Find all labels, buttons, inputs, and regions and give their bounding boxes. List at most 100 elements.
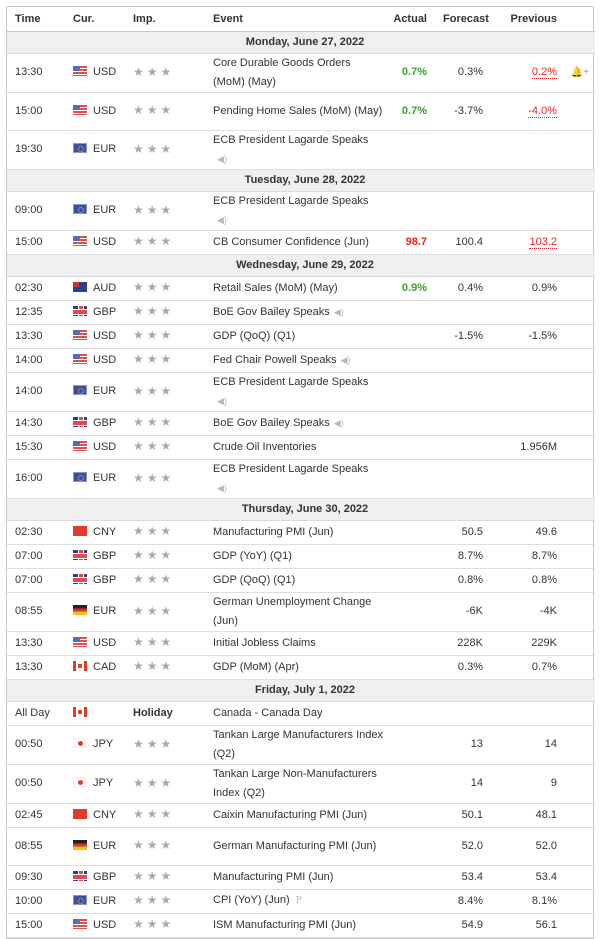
event-row[interactable]: 08:55 EUR ★★★ German Unemployment Change (J… bbox=[7, 592, 595, 632]
previous-value[interactable]: 0.2% bbox=[531, 66, 557, 79]
previous-value[interactable]: 103.2 bbox=[529, 235, 557, 249]
event-name-cell[interactable]: GDP (MoM) (Apr) bbox=[205, 655, 383, 680]
event-name[interactable]: Caixin Manufacturing PMI (Jun) bbox=[213, 809, 367, 821]
calendar-table: Time Cur. Imp. Event Actual Forecast Pre… bbox=[7, 7, 595, 938]
holiday-label: Holiday bbox=[125, 701, 205, 726]
event-name-cell[interactable]: ECB President Lagarde Speaks ◀) bbox=[205, 130, 383, 170]
event-row[interactable]: 02:30 AUD ★★★ Retail Sales (MoM) (May) 0.9% 0… bbox=[7, 276, 595, 301]
event-name-cell[interactable]: Initial Jobless Claims bbox=[205, 631, 383, 656]
event-row[interactable]: 13:30 CAD ★★★ GDP (MoM) (Apr) 0.3% 0.7% bbox=[7, 655, 595, 680]
event-currency-cell: CNY bbox=[65, 803, 125, 828]
event-row[interactable]: 12:35 GBP ★★★ BoE Gov Bailey Speaks ◀) bbox=[7, 300, 595, 325]
event-row[interactable]: 14:00 EUR ★★★ ECB President Lagarde Speaks ◀… bbox=[7, 372, 595, 412]
event-row[interactable]: 14:00 USD ★★★ Fed Chair Powell Speaks ◀) bbox=[7, 348, 595, 373]
event-name[interactable]: Pending Home Sales (MoM) (May) bbox=[213, 105, 382, 117]
event-row[interactable]: 09:00 EUR ★★★ ECB President Lagarde Speaks ◀… bbox=[7, 191, 595, 231]
actual-cell bbox=[383, 520, 435, 545]
event-row[interactable]: All Day Holiday Canada - Canada Day bbox=[7, 701, 595, 726]
event-name[interactable]: GDP (QoQ) (Q1) bbox=[213, 330, 295, 342]
col-importance[interactable]: Imp. bbox=[125, 7, 205, 32]
event-currency-cell: GBP bbox=[65, 568, 125, 593]
event-row[interactable]: 13:30 USD ★★★ GDP (QoQ) (Q1) -1.5% -1.5% bbox=[7, 324, 595, 349]
event-name-cell[interactable]: CB Consumer Confidence (Jun) bbox=[205, 230, 383, 255]
col-time[interactable]: Time bbox=[7, 7, 65, 32]
event-name[interactable]: Initial Jobless Claims bbox=[213, 637, 316, 649]
event-row[interactable]: 19:30 EUR ★★★ ECB President Lagarde Speaks ◀… bbox=[7, 130, 595, 170]
importance-stars-icon: ★★★ bbox=[133, 635, 175, 649]
event-name-cell[interactable]: Fed Chair Powell Speaks ◀) bbox=[205, 348, 383, 373]
event-name[interactable]: ECB President Lagarde Speaks bbox=[213, 376, 368, 388]
event-time: 02:30 bbox=[7, 520, 65, 545]
event-name[interactable]: GDP (QoQ) (Q1) bbox=[213, 574, 295, 586]
event-name-cell[interactable]: Manufacturing PMI (Jun) bbox=[205, 520, 383, 545]
event-name-cell[interactable]: GDP (QoQ) (Q1) bbox=[205, 568, 383, 593]
event-row[interactable]: 15:00 USD ★★★ CB Consumer Confidence (Jun) 9… bbox=[7, 230, 595, 255]
event-name[interactable]: BoE Gov Bailey Speaks bbox=[213, 306, 330, 318]
event-name[interactable]: Canada - Canada Day bbox=[213, 707, 322, 719]
event-name-cell[interactable]: Crude Oil Inventories bbox=[205, 435, 383, 460]
event-row[interactable]: 08:55 EUR ★★★ German Manufacturing PMI (Jun… bbox=[7, 827, 595, 866]
event-name-cell[interactable]: Tankan Large Non-Manufacturers Index (Q2… bbox=[205, 764, 383, 804]
event-name-cell[interactable]: Caixin Manufacturing PMI (Jun) bbox=[205, 803, 383, 828]
event-name[interactable]: Fed Chair Powell Speaks bbox=[213, 354, 337, 366]
event-row[interactable]: 15:30 USD ★★★ Crude Oil Inventories 1.956M bbox=[7, 435, 595, 460]
previous-cell: 0.2% bbox=[491, 53, 565, 93]
event-name[interactable]: Crude Oil Inventories bbox=[213, 441, 316, 453]
event-name-cell[interactable]: Tankan Large Manufacturers Index (Q2) bbox=[205, 725, 383, 765]
event-name-cell[interactable]: ECB President Lagarde Speaks ◀) bbox=[205, 372, 383, 412]
col-forecast[interactable]: Forecast bbox=[435, 7, 491, 32]
event-name-cell[interactable]: BoE Gov Bailey Speaks ◀) bbox=[205, 300, 383, 325]
event-row[interactable]: 09:30 GBP ★★★ Manufacturing PMI (Jun) 53.4 53… bbox=[7, 865, 595, 890]
event-row[interactable]: 15:00 USD ★★★ ISM Manufacturing PMI (Jun) 54… bbox=[7, 913, 595, 938]
event-name[interactable]: Tankan Large Non-Manufacturers Index (Q2… bbox=[213, 768, 377, 799]
event-name[interactable]: ECB President Lagarde Speaks bbox=[213, 134, 368, 146]
bell-add-alert-icon[interactable]: 🔔+ bbox=[571, 67, 589, 78]
event-row[interactable]: 16:00 EUR ★★★ ECB President Lagarde Speaks ◀… bbox=[7, 459, 595, 499]
event-name-cell[interactable]: Core Durable Goods Orders (MoM) (May) bbox=[205, 53, 383, 93]
col-event[interactable]: Event bbox=[205, 7, 383, 32]
col-previous[interactable]: Previous bbox=[491, 7, 565, 32]
col-currency[interactable]: Cur. bbox=[65, 7, 125, 32]
event-name[interactable]: BoE Gov Bailey Speaks bbox=[213, 417, 330, 429]
event-name[interactable]: Core Durable Goods Orders (MoM) (May) bbox=[213, 57, 351, 88]
event-name-cell[interactable]: Canada - Canada Day bbox=[205, 701, 383, 726]
event-row[interactable]: 07:00 GBP ★★★ GDP (YoY) (Q1) 8.7% 8.7% bbox=[7, 544, 595, 569]
event-name[interactable]: ECB President Lagarde Speaks bbox=[213, 463, 368, 475]
event-name[interactable]: Tankan Large Manufacturers Index (Q2) bbox=[213, 729, 383, 760]
event-name-cell[interactable]: GDP (QoQ) (Q1) bbox=[205, 324, 383, 349]
col-actual[interactable]: Actual bbox=[383, 7, 435, 32]
event-name-cell[interactable]: ISM Manufacturing PMI (Jun) bbox=[205, 913, 383, 938]
event-name-cell[interactable]: German Unemployment Change (Jun) bbox=[205, 592, 383, 632]
event-name-cell[interactable]: ECB President Lagarde Speaks ◀) bbox=[205, 459, 383, 499]
event-name-cell[interactable]: CPI (YoY) (Jun) P bbox=[205, 889, 383, 914]
event-name-cell[interactable]: GDP (YoY) (Q1) bbox=[205, 544, 383, 569]
event-name-cell[interactable]: BoE Gov Bailey Speaks ◀) bbox=[205, 411, 383, 436]
event-row[interactable]: 13:30 USD ★★★ Initial Jobless Claims 228K 229… bbox=[7, 631, 595, 656]
event-row[interactable]: 00:50 JPY ★★★ Tankan Large Non-Manufacturer… bbox=[7, 764, 595, 804]
event-name[interactable]: ECB President Lagarde Speaks bbox=[213, 195, 368, 207]
event-name[interactable]: ISM Manufacturing PMI (Jun) bbox=[213, 919, 356, 931]
event-row[interactable]: 13:30 USD ★★★ Core Durable Goods Orders (Mo… bbox=[7, 53, 595, 93]
event-name-cell[interactable]: ECB President Lagarde Speaks ◀) bbox=[205, 191, 383, 231]
previous-value[interactable]: -4.0% bbox=[528, 104, 557, 118]
event-name[interactable]: CB Consumer Confidence (Jun) bbox=[213, 236, 369, 248]
event-name-cell[interactable]: Manufacturing PMI (Jun) bbox=[205, 865, 383, 890]
event-name-cell[interactable]: Retail Sales (MoM) (May) bbox=[205, 276, 383, 301]
event-name[interactable]: German Unemployment Change (Jun) bbox=[213, 596, 371, 627]
event-name[interactable]: German Manufacturing PMI (Jun) bbox=[213, 840, 376, 852]
event-name-cell[interactable]: German Manufacturing PMI (Jun) bbox=[205, 827, 383, 866]
event-name[interactable]: CPI (YoY) (Jun) bbox=[213, 894, 290, 906]
event-row[interactable]: 15:00 USD ★★★ Pending Home Sales (MoM) (May… bbox=[7, 92, 595, 131]
event-name[interactable]: GDP (MoM) (Apr) bbox=[213, 661, 299, 673]
event-name[interactable]: Manufacturing PMI (Jun) bbox=[213, 526, 333, 538]
event-name[interactable]: Retail Sales (MoM) (May) bbox=[213, 282, 338, 294]
event-name[interactable]: Manufacturing PMI (Jun) bbox=[213, 871, 333, 883]
event-row[interactable]: 02:30 CNY ★★★ Manufacturing PMI (Jun) 50.5 49… bbox=[7, 520, 595, 545]
event-row[interactable]: 02:45 CNY ★★★ Caixin Manufacturing PMI (Jun… bbox=[7, 803, 595, 828]
event-row[interactable]: 14:30 GBP ★★★ BoE Gov Bailey Speaks ◀) bbox=[7, 411, 595, 436]
event-name[interactable]: GDP (YoY) (Q1) bbox=[213, 550, 292, 562]
event-row[interactable]: 10:00 EUR ★★★ CPI (YoY) (Jun) P 8.4% 8.1% bbox=[7, 889, 595, 914]
event-row[interactable]: 00:50 JPY ★★★ Tankan Large Manufacturers In… bbox=[7, 725, 595, 765]
event-row[interactable]: 07:00 GBP ★★★ GDP (QoQ) (Q1) 0.8% 0.8% bbox=[7, 568, 595, 593]
event-name-cell[interactable]: Pending Home Sales (MoM) (May) bbox=[205, 92, 383, 131]
